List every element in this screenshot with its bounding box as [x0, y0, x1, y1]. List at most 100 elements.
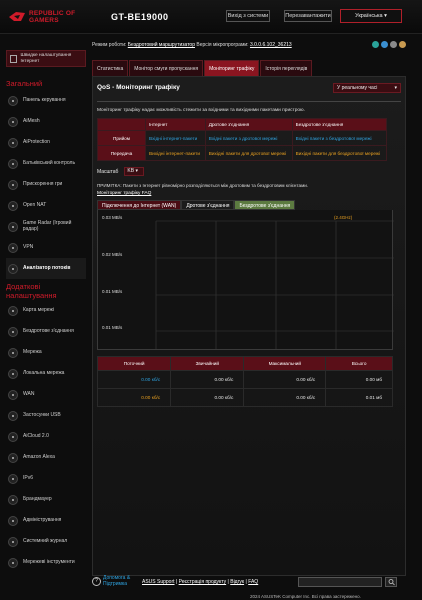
product-registration-link[interactable]: Реєстрація продукту: [179, 579, 227, 585]
sidebar-item[interactable]: Amazon Alexa: [6, 447, 86, 468]
firmware-link[interactable]: 3.0.0.6.102_36213: [250, 42, 292, 48]
sidebar-item-label: Мережеві інструменти: [23, 558, 75, 565]
settings-status-icon[interactable]: [399, 41, 406, 48]
search-button[interactable]: [385, 577, 397, 587]
monitor-mode-select[interactable]: У реальному часі ▾: [333, 83, 401, 93]
sidebar-item[interactable]: Мережа: [6, 342, 86, 363]
sidebar-item[interactable]: Брандмауер: [6, 489, 86, 510]
top-bar: REPUBLIC OF GAMERS GT-BE19000 Вихід з си…: [0, 0, 422, 34]
rog-logo[interactable]: REPUBLIC OF GAMERS: [8, 8, 108, 26]
general-section-title: Загальний: [6, 79, 43, 88]
stats-cell: 0.00 кб/с: [96, 370, 172, 389]
stats-cell: 0.01 мб: [325, 388, 393, 407]
sidebar-item[interactable]: Батьківський контроль: [6, 153, 86, 174]
cloud-icon: [8, 431, 18, 442]
sidebar-item[interactable]: Застосунки USB: [6, 405, 86, 426]
legend-cell: Вхідні пакети з дротової мережі: [204, 130, 293, 146]
wifi-icon: [8, 326, 18, 337]
faq-footer-link[interactable]: FAQ: [248, 579, 258, 585]
sidebar-item[interactable]: Панель керування: [6, 90, 86, 111]
advanced-section-title: Додаткові налаштування: [6, 282, 57, 300]
tab-statistics[interactable]: Статистика: [92, 60, 129, 76]
faq-search-input[interactable]: [298, 577, 382, 587]
help-support[interactable]: ? Допомога & Підтримка: [92, 575, 137, 587]
logout-button[interactable]: Вихід з системи: [226, 10, 270, 22]
operation-mode-link[interactable]: Бездротовий маршрутизатор: [128, 42, 195, 48]
chart-tab-wireless[interactable]: Бездротове з'єднання: [234, 200, 296, 210]
parental-icon: [8, 158, 18, 169]
divider: [97, 101, 401, 102]
scale-row: Масштаб KB ▾: [97, 167, 401, 176]
sidebar-item[interactable]: Системний журнал: [6, 531, 86, 552]
sidebar-item-label: Застосунки USB: [23, 411, 61, 418]
stats-cell: 0.00 кб/с: [243, 388, 327, 407]
map-icon: [8, 305, 18, 316]
analyzer-icon: [8, 263, 18, 274]
usb-status-icon[interactable]: [381, 41, 388, 48]
sidebar-item[interactable]: Open NAT: [6, 195, 86, 216]
asus-support-link[interactable]: ASUS Support: [142, 579, 175, 585]
feedback-link[interactable]: Відгук: [230, 579, 244, 585]
chart-tab-wan[interactable]: Підключення до Інтернет (WAN): [97, 200, 182, 210]
tab-bar: Статистика Монітор смуги пропускання Мон…: [92, 60, 406, 76]
note-text: ПРИМІТКА: Пакети з Інтернет рівномірно р…: [97, 183, 309, 188]
brand-text: REPUBLIC OF GAMERS: [29, 10, 76, 24]
stats-header: Поточний: [96, 356, 172, 371]
sidebar-item-label: Панель керування: [23, 96, 66, 103]
copyright: 2024 ASUSTeK Computer Inc. Всі права зас…: [250, 594, 361, 599]
sidebar-item[interactable]: Game Radar (Ігровий радар): [6, 216, 86, 237]
sidebar-item[interactable]: Прискорення гри: [6, 174, 86, 195]
tab-web-history[interactable]: Історія переглядів: [260, 60, 313, 76]
sidebar-item[interactable]: IPv6: [6, 468, 86, 489]
sidebar-item[interactable]: AiProtection: [6, 132, 86, 153]
traffic-stats-table: Поточний Звичайний Максимальний Всього 0…: [96, 356, 393, 407]
legend-cell: Вихідні пакети для бездротової мережі: [291, 145, 388, 161]
chart-tab-wired[interactable]: Дротове з'єднання: [181, 200, 235, 210]
legend-cell: Вхідні інтернет-пакети: [145, 130, 206, 146]
sidebar-item-label: VPN: [23, 243, 34, 250]
faq-link[interactable]: Моніторинг трафіку FAQ: [97, 191, 401, 196]
language-select[interactable]: Українська ▾: [340, 9, 402, 23]
sidebar-item[interactable]: Карта мережі: [6, 300, 86, 321]
sidebar: Швидке налаштування Інтернет Загальний П…: [6, 50, 86, 573]
sidebar-item[interactable]: Адміністрування: [6, 510, 86, 531]
sidebar-item[interactable]: WAN: [6, 384, 86, 405]
stats-header: Звичайний: [170, 356, 245, 371]
help-icon: ?: [92, 577, 101, 586]
sidebar-item[interactable]: Аналізатор потоків: [6, 258, 86, 279]
stats-cell: 0.00 кб/с: [96, 388, 172, 407]
sidebar-item-label: WAN: [23, 390, 35, 397]
scale-select[interactable]: KB ▾: [124, 167, 145, 176]
quick-setup-button[interactable]: Швидке налаштування Інтернет: [6, 50, 86, 67]
main-content: Режим роботи: Бездротовий маршрутизатор …: [92, 40, 406, 576]
sidebar-item[interactable]: Бездротове з'єднання: [6, 321, 86, 342]
traffic-monitor-panel: QoS - Моніторинг трафіку У реальному час…: [92, 76, 406, 576]
stats-cell: 0.00 мб: [325, 370, 393, 389]
sidebar-item[interactable]: Мережеві інструменти: [6, 552, 86, 573]
led-status-icon[interactable]: [390, 41, 397, 48]
network-status-icon[interactable]: [372, 41, 379, 48]
tab-traffic-monitor[interactable]: Моніторинг трафіку: [204, 60, 260, 76]
sidebar-item-label: Карта мережі: [23, 306, 54, 313]
firewall-icon: [8, 494, 18, 505]
model-name: GT-BE19000: [111, 12, 169, 22]
sidebar-item[interactable]: Локальна мережа: [6, 363, 86, 384]
chevron-down-icon: ▾: [384, 13, 387, 19]
legend-cell: Вхідні пакети з бездротової мережі: [291, 130, 388, 146]
sidebar-item-label: Мережа: [23, 348, 42, 355]
footer: ? Допомога & Підтримка ASUS Support | Ре…: [92, 574, 406, 590]
sidebar-item[interactable]: VPN: [6, 237, 86, 258]
reboot-button[interactable]: Перезавантажити: [284, 10, 332, 22]
sidebar-item[interactable]: AiMesh: [6, 111, 86, 132]
traffic-chart-svg: (2.4GHz) 0.03 MB/s 0.02 MB/s 0.01 MB/s 0…: [102, 215, 394, 350]
dashboard-icon: [8, 95, 18, 106]
vpn-icon: [8, 242, 18, 253]
sidebar-item-label: Аналізатор потоків: [23, 264, 71, 271]
sidebar-item[interactable]: AiCloud 2.0: [6, 426, 86, 447]
legend-cell: Вихідні інтернет-пакети: [145, 145, 206, 161]
tab-bandwidth-monitor[interactable]: Монітор смуги пропускання: [129, 60, 204, 76]
admin-icon: [8, 515, 18, 526]
sidebar-item-label: Бездротове з'єднання: [23, 327, 74, 334]
chart-y-tick: 0.01 MB/s: [102, 325, 123, 330]
sidebar-item-label: Локальна мережа: [23, 369, 65, 376]
